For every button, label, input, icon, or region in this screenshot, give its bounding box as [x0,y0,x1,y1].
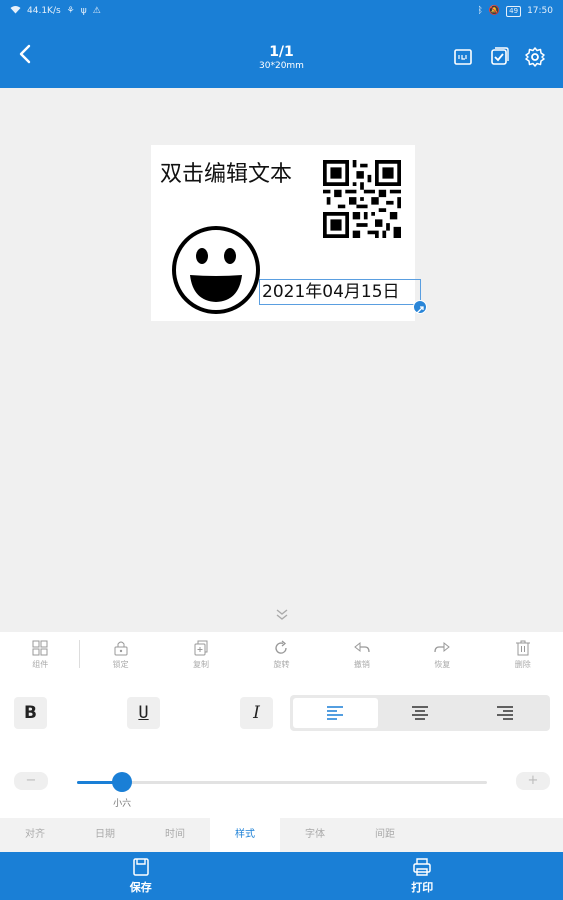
toolbar-delete-button[interactable]: 删除 [483,632,563,676]
rotate-icon [275,640,288,654]
tab-spacing[interactable]: 间距 [350,818,420,852]
toolbar-label: 复制 [193,659,210,669]
align-right-icon [496,706,513,720]
page-title: 1/1 [269,44,294,60]
tab-style[interactable]: 样式 [210,818,280,852]
collapse-panel-chevron-icon[interactable] [274,608,290,622]
toolbar-label: 锁定 [112,659,129,669]
trash-icon [515,640,530,655]
settings-button[interactable] [524,46,546,68]
toolbar-redo-button[interactable]: 恢复 [402,632,482,676]
align-center-button[interactable] [378,698,463,728]
toolbar-components-button[interactable]: 组件 [0,632,81,676]
toolbar-label: 旋转 [273,659,290,669]
date-text-element[interactable]: 2021年04月15日 [259,279,421,305]
print-button[interactable]: 打印 [282,852,563,900]
toolbar-copy-button[interactable]: 复制 [161,632,241,676]
style-panel: B U I − 小六 + [0,676,563,818]
toolbar-rotate-button[interactable]: 旋转 [241,632,321,676]
align-left-button[interactable] [293,698,378,728]
label-size: 30*20mm [259,61,304,71]
tab-align[interactable]: 对齐 [0,818,70,852]
gear-icon [525,47,545,67]
bluetooth-icon: ᛒ [477,6,483,16]
label-canvas[interactable]: 双击编辑文本 2021年04月15日 [0,88,563,632]
toolbar-label: 撤销 [353,659,370,669]
clock: 17:50 [527,6,553,16]
toolbar-label: 删除 [514,659,531,669]
save-label: 保存 [129,881,152,894]
mute-icon: 🔕 [488,6,501,16]
font-size-label: 小六 [113,799,132,809]
usb-icon: ψ [80,6,87,16]
smiley-image-element[interactable] [171,225,261,315]
font-size-increase-button[interactable]: + [516,772,550,790]
align-left-icon [327,706,344,720]
notification-icon: ⚘ [66,6,75,16]
tab-font[interactable]: 字体 [280,818,350,852]
bold-button[interactable]: B [14,697,47,729]
label-single-icon [454,49,472,65]
label-text-element[interactable]: 双击编辑文本 [160,156,292,188]
alignment-group [290,695,550,731]
lock-icon [114,641,128,655]
align-center-icon [412,706,428,720]
wifi-icon [10,5,21,17]
toolbar-label: 恢复 [434,659,451,669]
font-size-slider[interactable] [77,781,487,784]
italic-button[interactable]: I [240,697,273,729]
slider-thumb[interactable] [112,772,133,792]
print-label: 打印 [411,881,434,894]
status-bar-right: ᛒ 🔕 49 17:50 [477,5,553,17]
nav-bar: 1/1 30*20mm [0,22,563,88]
status-bar-left: 44.1K/s ⚘ ψ ⚠ [10,5,101,17]
undo-icon [354,641,370,652]
underline-button[interactable]: U [127,697,160,729]
property-tabs: 对齐 日期 时间 样式 字体 间距 [0,818,563,852]
font-size-decrease-button[interactable]: − [14,772,48,790]
tab-date[interactable]: 日期 [70,818,140,852]
status-bar: 44.1K/s ⚘ ψ ⚠ ᛒ 🔕 49 17:50 [0,0,563,22]
single-label-button[interactable] [452,46,474,68]
battery-indicator: 49 [506,5,522,17]
page-title-group: 1/1 30*20mm [0,44,563,72]
save-button[interactable]: 保存 [0,852,282,900]
printer-icon [413,858,431,876]
checkbox-icon [491,47,509,65]
align-right-button[interactable] [462,698,547,728]
bottom-action-bar: 保存 打印 [0,852,563,900]
app-header: 44.1K/s ⚘ ψ ⚠ ᛒ 🔕 49 17:50 1/1 30*20mm [0,0,563,88]
tab-time[interactable]: 时间 [140,818,210,852]
grid-icon [32,640,48,655]
save-icon [133,858,149,876]
copy-icon [194,640,208,655]
resize-icon [416,306,424,314]
redo-icon [434,641,451,652]
resize-handle[interactable] [413,300,427,314]
multi-select-button[interactable] [488,46,510,68]
qr-code-element[interactable] [323,160,401,238]
toolbar-label: 组件 [32,659,49,669]
network-speed: 44.1K/s [27,6,61,16]
toolbar-lock-button[interactable]: 锁定 [80,632,160,676]
label-preview[interactable]: 双击编辑文本 2021年04月15日 [151,145,427,321]
edit-toolbar: 组件 锁定 复制 旋转 撤销 恢复 删除 [0,632,563,676]
toolbar-undo-button[interactable]: 撤销 [322,632,402,676]
warning-icon: ⚠ [92,6,101,16]
